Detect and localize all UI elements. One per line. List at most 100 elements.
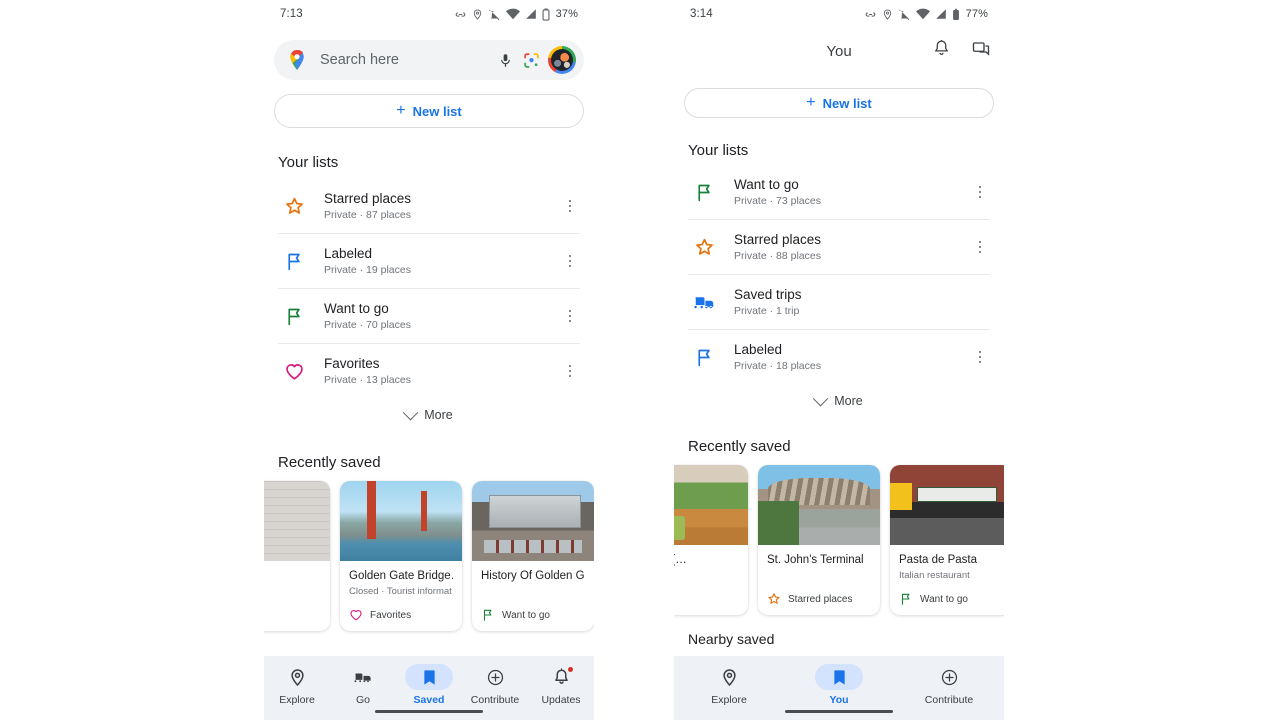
- list-item-subtitle: Private · 87 places: [324, 208, 411, 221]
- saved-place-card[interactable]: St. John's Terminal Starred places: [758, 465, 880, 615]
- plus-circle-icon: [941, 669, 957, 685]
- place-subtitle: nt: [674, 569, 739, 583]
- list-item-subtitle: Private · 19 places: [324, 263, 411, 276]
- more-lists-button[interactable]: More: [674, 384, 1004, 418]
- chat-bubbles-icon[interactable]: [972, 40, 990, 63]
- new-list-label: New list: [412, 103, 462, 119]
- link-icon: [865, 11, 875, 17]
- list-item[interactable]: Want to go Private · 73 places: [688, 165, 990, 219]
- new-list-button[interactable]: + New list: [274, 94, 584, 128]
- recently-saved-carousel[interactable]: ... Golden Gate Bridge… Closed · Tourist …: [264, 481, 594, 631]
- search-bar[interactable]: Search here: [274, 40, 584, 80]
- overflow-menu-icon[interactable]: [560, 364, 580, 378]
- status-icon-group: 77%: [864, 8, 988, 21]
- place-name: Eatery (…: [674, 554, 687, 566]
- card-body: St. John's Terminal Starred places: [758, 545, 880, 615]
- overflow-menu-icon[interactable]: [970, 350, 990, 364]
- list-item-title: Saved trips: [734, 286, 802, 302]
- nav-item-explore[interactable]: Explore: [264, 664, 330, 706]
- recently-saved-carousel[interactable]: Eatery (… nt o St. John's Terminal Starred …: [674, 465, 1004, 615]
- list-item-subtitle: Private · 70 places: [324, 318, 411, 331]
- status-bar: 7:13 37%: [264, 0, 594, 28]
- heart-icon: [285, 363, 303, 380]
- more-lists-button[interactable]: More: [264, 398, 594, 432]
- nav-item-contribute[interactable]: Contribute: [894, 664, 1004, 706]
- list-item[interactable]: Starred places Private · 87 places: [278, 179, 580, 233]
- home-indicator: [785, 709, 893, 713]
- list-item-text: Want to go Private · 73 places: [734, 176, 970, 209]
- nav-item-you[interactable]: You: [784, 664, 894, 706]
- saved-place-card[interactable]: Eatery (… nt o: [674, 465, 748, 615]
- flag-icon: [483, 609, 492, 621]
- wifi-icon: [915, 8, 930, 20]
- list-item[interactable]: Starred places Private · 88 places: [688, 220, 990, 274]
- place-name: Pasta de Pasta: [899, 554, 977, 566]
- list-item-text: Labeled Private · 19 places: [324, 245, 560, 278]
- phone-screen-left: 7:13 37% Search here + New list Your lis…: [264, 0, 594, 720]
- list-item[interactable]: Favorites Private · 13 places: [278, 344, 580, 398]
- place-photo: [472, 481, 594, 561]
- plus-icon: +: [396, 102, 406, 119]
- new-list-label: New list: [822, 95, 872, 111]
- star-icon: [285, 197, 303, 214]
- chevron-down-icon: [402, 404, 419, 420]
- place-name: St. John's Terminal: [767, 554, 864, 566]
- overflow-menu-icon[interactable]: [970, 185, 990, 199]
- nav-pill: [339, 664, 387, 690]
- nav-item-go[interactable]: Go: [330, 664, 396, 706]
- ringer-off-icon: [898, 9, 910, 20]
- flag-icon: [901, 593, 910, 605]
- overflow-menu-icon[interactable]: [560, 309, 580, 323]
- flag-icon: [688, 347, 720, 368]
- location-icon: [883, 8, 891, 20]
- list-item-text: Want to go Private · 70 places: [324, 300, 560, 333]
- place-photo: [674, 465, 748, 545]
- list-item[interactable]: Labeled Private · 18 places: [688, 330, 990, 384]
- nav-label: You: [829, 694, 849, 706]
- nav-pill: [925, 664, 973, 690]
- nav-item-saved[interactable]: Saved: [396, 664, 462, 706]
- directions-icon: [353, 668, 373, 687]
- place-subtitle: [264, 585, 321, 599]
- nav-item-contribute[interactable]: Contribute: [462, 664, 528, 706]
- nav-label: Contribute: [924, 694, 974, 706]
- nav-item-updates[interactable]: Updates: [528, 664, 594, 706]
- profile-avatar[interactable]: [548, 46, 576, 74]
- home-indicator: [375, 709, 483, 713]
- new-list-button[interactable]: + New list: [684, 88, 994, 118]
- place-photo: [264, 481, 330, 561]
- card-body: Eatery (… nt o: [674, 545, 748, 612]
- nav-label: Contribute: [470, 694, 520, 706]
- place-subtitle: Closed · Tourist informat…: [349, 586, 453, 597]
- bus-icon: [693, 296, 713, 308]
- star-icon: [695, 238, 713, 255]
- status-time: 7:13: [280, 8, 303, 20]
- your-lists: Want to go Private · 73 places Starred pla…: [674, 165, 1004, 384]
- nav-item-explore[interactable]: Explore: [674, 664, 784, 706]
- microphone-icon[interactable]: [492, 47, 518, 73]
- card-body: Golden Gate Bridge… Closed · Tourist info…: [340, 561, 462, 631]
- overflow-menu-icon[interactable]: [970, 240, 990, 254]
- list-item[interactable]: Want to go Private · 70 places: [278, 289, 580, 343]
- saved-place-card[interactable]: History Of Golden G… Want to go: [472, 481, 594, 631]
- bell-icon[interactable]: [933, 39, 950, 63]
- bus-icon: [688, 292, 720, 313]
- heart-icon: [278, 361, 310, 382]
- recently-saved-title: Recently saved: [688, 438, 791, 455]
- saved-place-card[interactable]: Golden Gate Bridge… Closed · Tourist info…: [340, 481, 462, 631]
- list-item[interactable]: Saved trips Private · 1 trip: [688, 275, 990, 329]
- overflow-menu-icon[interactable]: [560, 199, 580, 213]
- saved-place-card[interactable]: Pasta de Pasta Italian restaurant Want to …: [890, 465, 1004, 615]
- your-lists: Starred places Private · 87 places Labeled…: [264, 179, 594, 398]
- list-item-subtitle: Private · 1 trip: [734, 304, 800, 317]
- list-item[interactable]: Labeled Private · 19 places: [278, 234, 580, 288]
- place-list-tag: Favorites: [349, 608, 453, 622]
- search-input[interactable]: Search here: [320, 52, 492, 68]
- place-subtitle: [481, 585, 585, 599]
- saved-place-card[interactable]: ...: [264, 481, 330, 631]
- overflow-menu-icon[interactable]: [560, 254, 580, 268]
- place-name: History Of Golden G…: [481, 570, 585, 582]
- screenshot-stage: 7:13 37% Search here + New list Your lis…: [0, 0, 1280, 720]
- nav-label: Explore: [711, 694, 747, 706]
- google-lens-icon[interactable]: [518, 47, 544, 73]
